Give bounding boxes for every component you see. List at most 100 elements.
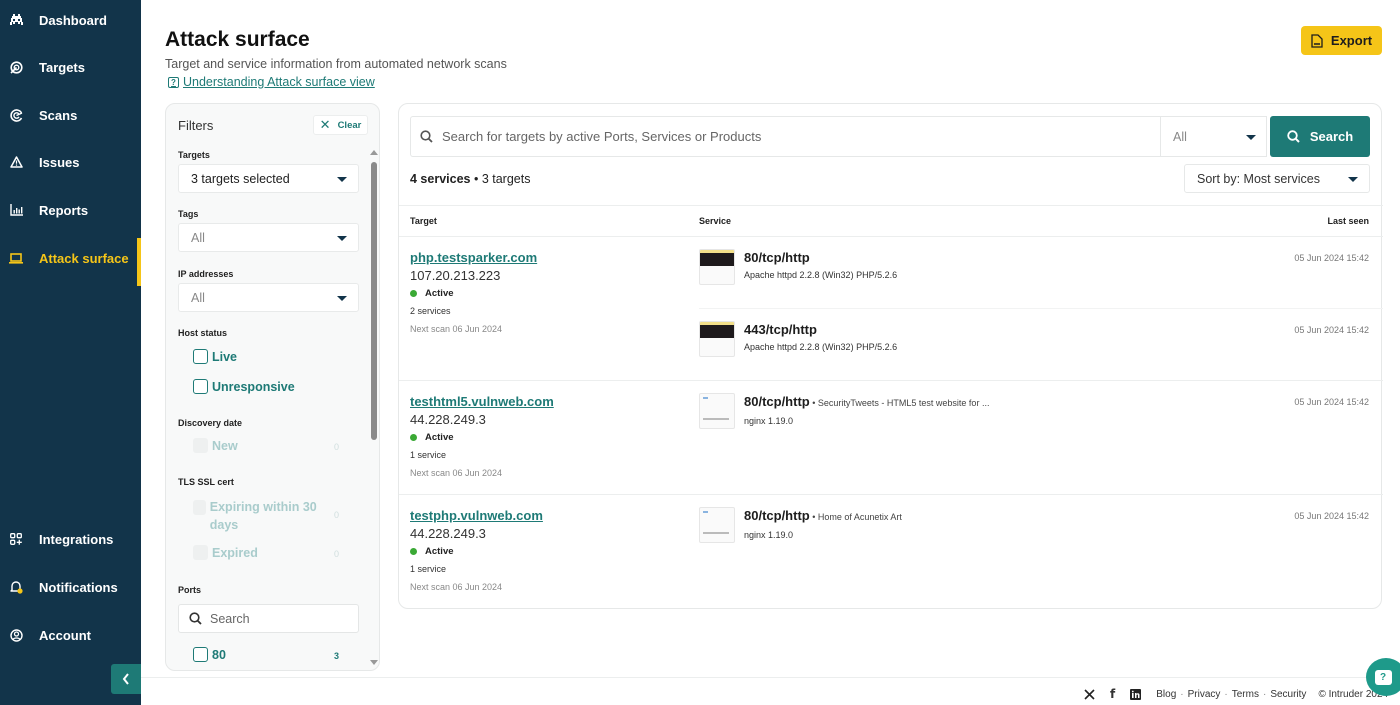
sidebar-item-notifications[interactable]: Notifications xyxy=(0,567,141,607)
help-icon: ? xyxy=(168,76,179,88)
export-label: Export xyxy=(1330,33,1373,48)
checkbox-label: Expired xyxy=(212,545,258,560)
separator: · xyxy=(1262,688,1267,700)
linkedin-icon[interactable] xyxy=(1130,688,1142,700)
service-count: 1 service xyxy=(410,564,447,574)
sidebar-item-attack-surface[interactable]: Attack surface xyxy=(0,238,141,286)
facebook-icon[interactable]: f xyxy=(1110,687,1115,701)
checkbox-label: 80 xyxy=(212,647,226,662)
bar-chart-icon xyxy=(8,202,24,218)
caret-down-icon xyxy=(337,177,347,182)
user-circle-icon xyxy=(8,627,24,643)
tags-filter-select[interactable]: All xyxy=(178,223,359,252)
next-scan: Next scan 06 Jun 2024 xyxy=(410,582,503,592)
chevron-left-icon xyxy=(122,673,129,685)
last-seen: 05 Jun 2024 15:42 xyxy=(1294,397,1369,407)
footer-divider xyxy=(141,677,1400,678)
divider xyxy=(699,308,1383,309)
x-icon[interactable] xyxy=(1084,688,1095,700)
service-port-text: 443/tcp/http xyxy=(744,322,817,337)
divider xyxy=(399,236,1383,237)
service-port-text: 80/tcp/http xyxy=(744,394,810,409)
next-scan: Next scan 06 Jun 2024 xyxy=(410,468,503,478)
sidebar-item-issues[interactable]: Issues xyxy=(0,142,141,182)
sidebar-item-dashboard[interactable]: Dashboard xyxy=(0,0,141,40)
filters-panel: Filters ✕ Clear Targets 3 targets select… xyxy=(165,103,380,671)
host-status-live-checkbox[interactable]: Live xyxy=(193,349,237,364)
discovery-date-label: Discovery date xyxy=(178,418,243,428)
footer-link-security[interactable]: Security xyxy=(1270,689,1306,700)
caret-down-icon xyxy=(1246,135,1256,140)
ports-search-input[interactable]: Search xyxy=(178,604,359,633)
sidebar-item-reports[interactable]: Reports xyxy=(0,190,141,230)
ip-filter-select[interactable]: All xyxy=(178,283,359,312)
service-port-text: 80/tcp/http xyxy=(744,508,810,523)
targets-count: 3 targets xyxy=(481,172,531,186)
sidebar-item-integrations[interactable]: Integrations xyxy=(0,519,141,559)
checkbox xyxy=(193,438,208,453)
separator: · xyxy=(1224,688,1228,700)
ip-filter-value: All xyxy=(191,290,205,305)
service-page-title: • SecurityTweets - HTML5 test website fo… xyxy=(809,398,990,408)
search-button[interactable]: Search xyxy=(1270,116,1370,157)
scroll-down-arrow[interactable] xyxy=(370,660,378,665)
service-screenshot-thumbnail[interactable] xyxy=(699,507,735,543)
checkbox[interactable] xyxy=(193,349,208,364)
bell-icon xyxy=(8,579,24,595)
footer-link-blog[interactable]: Blog xyxy=(1156,689,1176,700)
tls-expiring-checkbox: Expiring within 30 days xyxy=(193,498,328,534)
checkbox-label: Unresponsive xyxy=(212,379,295,394)
column-header-last-seen: Last seen xyxy=(1327,216,1369,226)
port-80-checkbox[interactable]: 80 xyxy=(193,647,226,662)
warning-icon xyxy=(8,154,24,170)
filters-scrollbar[interactable] xyxy=(371,162,377,440)
tags-filter-value: All xyxy=(191,230,205,245)
service-screenshot-thumbnail[interactable] xyxy=(699,393,735,429)
targets-filter-select[interactable]: 3 targets selected xyxy=(178,164,359,193)
search-type-select[interactable]: All xyxy=(1160,116,1267,157)
checkbox[interactable] xyxy=(193,647,208,662)
scroll-up-arrow[interactable] xyxy=(370,150,378,155)
export-button[interactable]: Export xyxy=(1301,26,1382,55)
checkbox-label: Live xyxy=(212,349,238,364)
service-count: 1 service xyxy=(410,450,447,460)
sidebar-item-account[interactable]: Account xyxy=(0,615,141,655)
service-page-title: • Home of Acunetix Art xyxy=(809,512,902,522)
sidebar-item-targets[interactable]: Targets xyxy=(0,47,141,87)
help-link-text[interactable]: Understanding Attack surface view xyxy=(183,75,375,89)
services-search-input[interactable]: Search for targets by active Ports, Serv… xyxy=(410,116,1160,157)
sidebar-item-scans[interactable]: Scans xyxy=(0,95,141,135)
status-dot-icon xyxy=(410,548,417,555)
sidebar: Dashboard Targets Scans Issues Reports A… xyxy=(0,0,141,705)
service-port: 443/tcp/http xyxy=(744,322,817,337)
service-screenshot-thumbnail[interactable] xyxy=(699,249,735,285)
footer-link-privacy[interactable]: Privacy xyxy=(1188,689,1221,700)
tags-filter-label: Tags xyxy=(178,209,199,219)
footer-link-terms[interactable]: Terms xyxy=(1232,689,1259,700)
service-product: nginx 1.19.0 xyxy=(744,416,794,426)
help-chat-button[interactable]: ? xyxy=(1366,658,1400,696)
clear-filters-button[interactable]: ✕ Clear xyxy=(313,115,368,135)
filters-title: Filters xyxy=(178,118,214,133)
target-ip: 44.228.249.3 xyxy=(410,526,486,541)
checkbox[interactable] xyxy=(193,379,208,394)
ip-filter-label: IP addresses xyxy=(178,269,234,279)
target-host-link[interactable]: php.testsparker.com xyxy=(410,250,537,265)
target-ip: 44.228.249.3 xyxy=(410,412,486,427)
service-product: nginx 1.19.0 xyxy=(744,530,794,540)
sort-select[interactable]: Sort by: Most services xyxy=(1184,164,1370,193)
target-host-link[interactable]: testhtml5.vulnweb.com xyxy=(410,394,554,409)
ports-label: Ports xyxy=(178,585,202,595)
search-button-label: Search xyxy=(1309,129,1354,144)
service-screenshot-thumbnail[interactable] xyxy=(699,321,735,357)
host-status-unresponsive-checkbox[interactable]: Unresponsive xyxy=(193,379,295,394)
target-host-link[interactable]: testphp.vulnweb.com xyxy=(410,508,543,523)
option-count: 3 xyxy=(334,651,340,661)
target-ip: 107.20.213.223 xyxy=(410,268,501,283)
collapse-sidebar-button[interactable] xyxy=(111,664,141,694)
status-badge: Active xyxy=(410,432,454,443)
help-link[interactable]: ? Understanding Attack surface view xyxy=(168,75,375,89)
divider xyxy=(399,380,1383,381)
sidebar-item-label: Reports xyxy=(39,202,89,218)
sort-value: Sort by: Most services xyxy=(1197,171,1320,186)
